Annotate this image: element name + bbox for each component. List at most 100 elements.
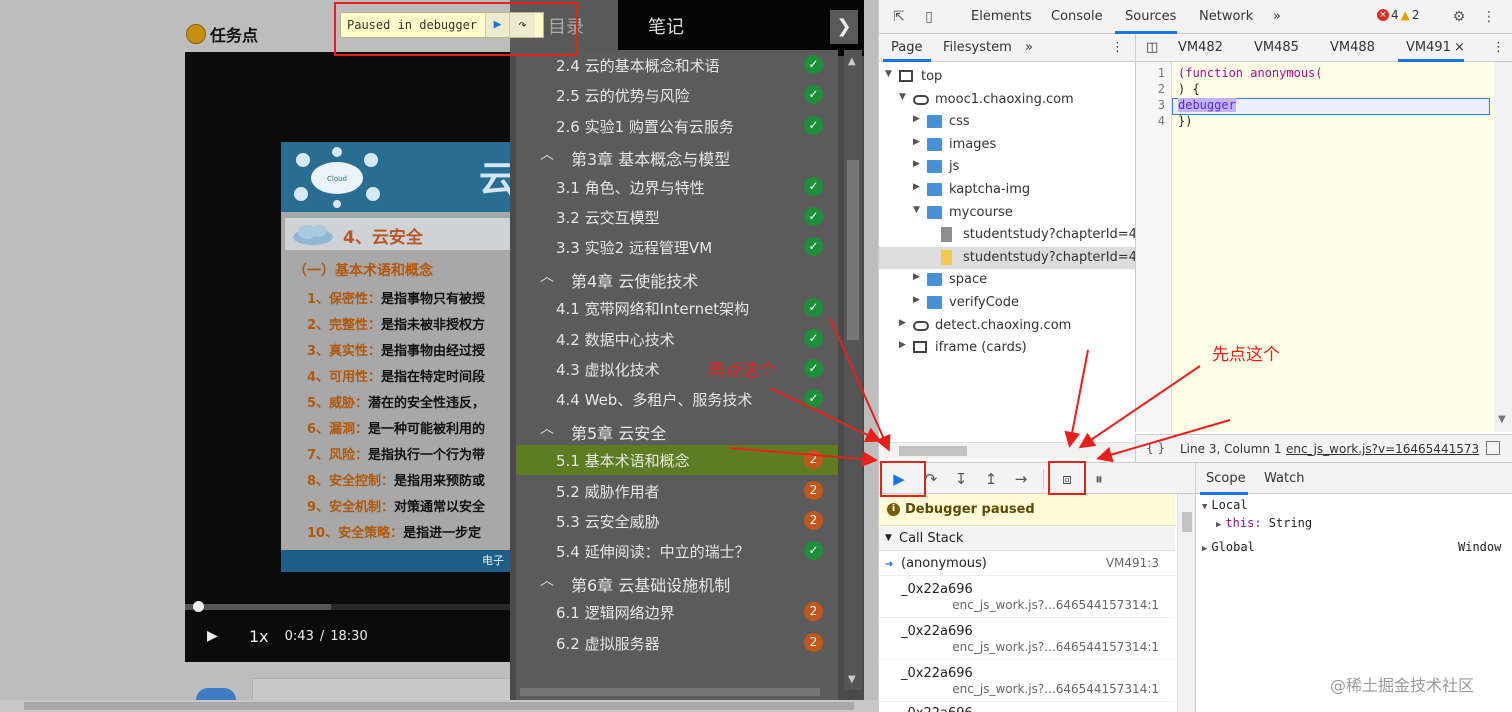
file-tree-item[interactable]: ▶ iframe (cards) bbox=[879, 337, 1135, 359]
code-line-3[interactable]: debugger bbox=[1178, 98, 1236, 112]
settings-gear-icon[interactable]: ⚙ bbox=[1449, 7, 1469, 27]
expanded-arrow-icon[interactable]: ▼ bbox=[885, 69, 892, 79]
toggle-navigator-icon[interactable]: ◫ bbox=[1146, 40, 1158, 55]
frame-location[interactable]: enc_js_work.js?...646544157314:1 bbox=[952, 598, 1159, 612]
chapter-item[interactable]: 2.6 实验1 购置公有云服务 ✓ bbox=[516, 111, 838, 141]
chapter-item[interactable]: 5.3 云安全威胁 2 bbox=[516, 506, 838, 536]
tab-page[interactable]: Page bbox=[891, 40, 922, 55]
file-tree-item[interactable]: ▶ kaptcha-img bbox=[879, 179, 1135, 201]
scope-local[interactable]: ▼ Local bbox=[1202, 498, 1248, 512]
tab-notes[interactable]: 笔记 bbox=[618, 0, 864, 56]
chapter-item[interactable]: 6.1 逻辑网络边界 2 bbox=[516, 597, 838, 627]
collapse-caret-icon[interactable]: ︿ bbox=[540, 266, 554, 286]
file-tree-item[interactable]: ▶ detect.chaoxing.com bbox=[879, 315, 1135, 337]
pause-on-exceptions-icon[interactable]: ⏸ bbox=[1087, 467, 1111, 491]
frame-location[interactable]: enc_js_work.js?...646544157314:1 bbox=[952, 682, 1159, 696]
video-progress-bar[interactable] bbox=[185, 601, 510, 612]
frame-location[interactable]: VM491:3 bbox=[1106, 556, 1159, 570]
code-line-1[interactable]: (function anonymous( bbox=[1178, 66, 1323, 80]
line-number[interactable]: 4 bbox=[1158, 114, 1165, 128]
file-tree-item[interactable]: ▶ images bbox=[879, 134, 1135, 156]
collapsed-arrow-icon[interactable]: ▶ bbox=[913, 114, 920, 124]
chapter-list-hscrollbar[interactable] bbox=[520, 688, 820, 696]
chapter-heading[interactable]: ︿ 第3章 基本概念与模型 bbox=[516, 141, 838, 171]
scope-global[interactable]: ▶ Global bbox=[1202, 540, 1255, 554]
tab-sources[interactable]: Sources bbox=[1125, 9, 1176, 24]
scrollbar-thumb[interactable] bbox=[1182, 512, 1192, 532]
scope-this-entry[interactable]: ▶ this: String bbox=[1216, 516, 1312, 530]
chapter-item[interactable]: 5.2 威胁作用者 2 bbox=[516, 476, 838, 506]
more-editor-tabs-icon[interactable]: ⋮ bbox=[1492, 40, 1505, 55]
tab-scope[interactable]: Scope bbox=[1206, 471, 1246, 486]
chapter-item[interactable]: 4.1 宽带网络和Internet架构 ✓ bbox=[516, 293, 838, 323]
step-icon[interactable]: → bbox=[1009, 467, 1033, 491]
call-stack-frame[interactable]: _0x22a696 bbox=[879, 702, 1175, 712]
code-line-2[interactable]: ) { bbox=[1178, 82, 1200, 96]
video-progress-knob[interactable] bbox=[192, 601, 204, 612]
line-number[interactable]: 3 bbox=[1158, 98, 1165, 112]
file-tree-item[interactable]: studentstudy?chapterId=499 bbox=[879, 224, 1135, 246]
play-button[interactable]: ▶ bbox=[207, 628, 221, 644]
scrollbar-thumb[interactable] bbox=[24, 702, 854, 710]
chapter-heading[interactable]: ︿ 第4章 云使能技术 bbox=[516, 263, 838, 293]
tab-filesystem[interactable]: Filesystem bbox=[943, 40, 1012, 55]
collapse-caret-icon[interactable]: ︿ bbox=[540, 144, 554, 164]
chapter-item[interactable]: 5.4 延伸阅读：中立的瑞士？ ✓ bbox=[516, 536, 838, 566]
code-line-4[interactable]: }) bbox=[1178, 114, 1192, 128]
issue-counters[interactable]: × 4 ▲ 2 bbox=[1377, 8, 1420, 22]
collapse-caret-icon[interactable]: ︿ bbox=[540, 570, 554, 590]
chapter-item[interactable]: 3.2 云交互模型 ✓ bbox=[516, 202, 838, 232]
scroll-down-icon[interactable]: ▼ bbox=[1498, 414, 1506, 425]
source-link[interactable]: enc_js_work.js?v=16465441573 bbox=[1286, 442, 1479, 456]
chevron-right-icon[interactable]: ❯ bbox=[830, 10, 858, 44]
line-number[interactable]: 1 bbox=[1158, 66, 1165, 80]
tab-elements[interactable]: Elements bbox=[971, 9, 1032, 24]
chapter-item[interactable]: 4.4 Web、多租户、服务技术 ✓ bbox=[516, 384, 838, 414]
chapter-item[interactable]: 3.3 实验2 远程管理VM ✓ bbox=[516, 232, 838, 262]
editor-tab-vm485[interactable]: VM485 bbox=[1254, 40, 1299, 55]
collapsed-arrow-icon[interactable]: ▶ bbox=[913, 137, 920, 147]
collapsed-arrow-icon[interactable]: ▶ bbox=[913, 159, 920, 169]
editor-tab-vm491[interactable]: VM491 bbox=[1406, 40, 1451, 55]
collapsed-arrow-icon[interactable]: ▶ bbox=[899, 318, 906, 328]
close-tab-icon[interactable]: × bbox=[1454, 40, 1465, 55]
call-stack-frame[interactable]: _0x22a696 enc_js_work.js?...646544157314:… bbox=[879, 620, 1175, 660]
playback-speed-button[interactable]: 1x bbox=[249, 627, 269, 646]
chapter-item[interactable]: 5.1 基本术语和概念 2 bbox=[516, 445, 838, 476]
file-tree-hscrollbar[interactable] bbox=[879, 442, 1135, 458]
file-tree-item[interactable]: ▼ top bbox=[879, 66, 1135, 88]
device-toolbar-icon[interactable]: ▯ bbox=[919, 7, 939, 27]
chapter-item[interactable]: 6.2 虚拟服务器 2 bbox=[516, 628, 838, 658]
call-stack-header[interactable]: ▼ Call Stack bbox=[879, 527, 1175, 551]
expanded-arrow-icon[interactable]: ▼ bbox=[899, 92, 906, 102]
chapter-heading[interactable]: ︿ 第6章 云基础设施机制 bbox=[516, 567, 838, 597]
collapse-caret-icon[interactable]: ︿ bbox=[540, 418, 554, 438]
file-tree-item[interactable]: ▼ mooc1.chaoxing.com bbox=[879, 89, 1135, 111]
code-editor[interactable]: 1 2 3 4 (function anonymous( ) { debugge… bbox=[1135, 62, 1512, 432]
file-tree-item[interactable]: ▶ css bbox=[879, 111, 1135, 133]
collapsed-arrow-icon[interactable]: ▶ bbox=[913, 295, 920, 305]
more-tabs-icon[interactable]: » bbox=[1273, 9, 1281, 24]
frame-location[interactable]: enc_js_work.js?...646544157314:1 bbox=[952, 640, 1159, 654]
debugger-sidebar-scrollbar[interactable] bbox=[1177, 494, 1195, 712]
expanded-arrow-icon[interactable]: ▼ bbox=[913, 205, 920, 215]
inspect-element-icon[interactable]: ⇱ bbox=[889, 7, 909, 27]
file-tree-item[interactable]: studentstudy?chapterId=499 bbox=[879, 246, 1135, 269]
tab-watch[interactable]: Watch bbox=[1264, 471, 1304, 486]
step-into-icon[interactable]: ↧ bbox=[949, 467, 973, 491]
pretty-print-icon[interactable]: { } bbox=[1146, 441, 1165, 455]
chapter-item[interactable]: 4.3 虚拟化技术 ✓ bbox=[516, 354, 838, 384]
call-stack-frame[interactable]: ➜ (anonymous) VM491:3 bbox=[879, 552, 1175, 576]
call-stack-frame[interactable]: _0x22a696 enc_js_work.js?...646544157314:… bbox=[879, 578, 1175, 618]
step-out-icon[interactable]: ↥ bbox=[979, 467, 1003, 491]
coverage-icon[interactable] bbox=[1486, 441, 1500, 455]
more-options-icon[interactable]: ⋮ bbox=[1479, 7, 1499, 27]
collapsed-arrow-icon[interactable]: ▶ bbox=[913, 182, 920, 192]
more-navigators-icon[interactable]: » bbox=[1025, 40, 1033, 55]
scroll-up-icon[interactable]: ▲ bbox=[848, 56, 856, 67]
chapter-item[interactable]: 4.2 数据中心技术 ✓ bbox=[516, 324, 838, 354]
call-stack-frame[interactable]: _0x22a696 enc_js_work.js?...646544157314:… bbox=[879, 662, 1175, 702]
chapter-heading[interactable]: ︿ 第5章 云安全 bbox=[516, 415, 838, 445]
editor-tab-vm488[interactable]: VM488 bbox=[1330, 40, 1375, 55]
video-player[interactable]: Cloud 云 4、云安全 （一）基本术语和概念 1、保密性：是指事物只有被授 2… bbox=[185, 52, 510, 662]
